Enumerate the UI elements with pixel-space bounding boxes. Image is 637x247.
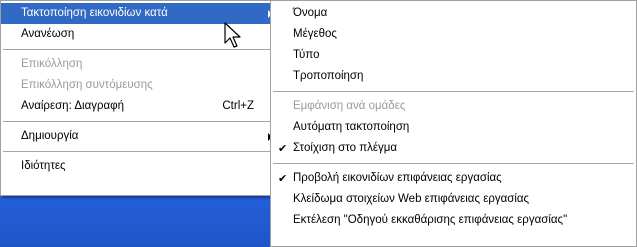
submenu-item-size[interactable]: Μέγεθος [271,24,636,45]
menu-item-label: Τακτοποίηση εικονιδίων κατά [21,7,168,19]
menu-item-label: Εμφάνιση ανά ομάδες [293,100,406,112]
menu-item-label: Κλείδωμα στοιχείων Web επιφάνειας εργασί… [293,193,530,205]
menu-item-label: Τροποποίηση [293,70,364,82]
menu-item-label: Επικόλληση συντόμευσης [21,79,153,91]
menu-item-label: Επικόλληση [21,58,83,70]
menu-item-label: Τύπο [293,49,320,61]
menu-item-undo-delete[interactable]: Αναίρεση: Διαγραφή Ctrl+Z [1,96,280,117]
desktop-blue-area[interactable] [0,196,280,247]
menu-item-label: Αυτόματη τακτοποίηση [293,121,410,133]
check-icon: ✔ [278,142,288,155]
menu-item-properties[interactable]: Ιδιότητες [1,156,280,177]
menu-item-paste-shortcut[interactable]: Επικόλληση συντόμευσης [1,75,280,96]
menu-item-shortcut: Ctrl+Z [222,100,254,112]
menu-item-label: Προβολή εικονιδίων επιφάνειας εργασίας [293,172,502,184]
menu-item-label: Όνομα [293,7,328,19]
menu-item-label: Δημιουργία [21,130,79,142]
menu-item-label: Μέγεθος [293,28,337,40]
submenu-item-modified[interactable]: Τροποποίηση [271,66,636,87]
submenu-item-name[interactable]: Όνομα [271,3,636,24]
menu-separator [273,163,634,164]
menu-item-label: Στοίχιση στο πλέγμα [293,142,398,154]
menu-item-label: Ιδιότητες [21,160,66,172]
submenu-item-type[interactable]: Τύπο [271,45,636,66]
arrow-cursor-icon [224,22,241,48]
menu-separator [3,121,278,122]
menu-item-label: Ανανέωση [21,28,75,40]
menu-item-label: Εκτέλεση "Οδηγού εκκαθάρισης επιφάνειας … [293,214,568,226]
submenu-item-show-in-groups[interactable]: Εμφάνιση ανά ομάδες [271,96,636,117]
menu-item-new[interactable]: Δημιουργία [1,126,280,147]
submenu-item-auto-arrange[interactable]: Αυτόματη τακτοποίηση [271,117,636,138]
submenu-item-lock-web-items[interactable]: Κλείδωμα στοιχείων Web επιφάνειας εργασί… [271,189,636,210]
submenu-item-run-cleanup-wizard[interactable]: Εκτέλεση "Οδηγού εκκαθάρισης επιφάνειας … [271,210,636,231]
submenu-item-align-to-grid[interactable]: ✔ Στοίχιση στο πλέγμα [271,138,636,159]
submenu-item-show-desktop-icons[interactable]: ✔ Προβολή εικονιδίων επιφάνειας εργασίας [271,168,636,189]
menu-item-paste[interactable]: Επικόλληση [1,54,280,75]
menu-item-label: Αναίρεση: Διαγραφή [21,100,125,112]
menu-item-arrange-icons-by[interactable]: Τακτοποίηση εικονιδίων κατά [1,3,280,24]
menu-separator [273,91,634,92]
check-icon: ✔ [278,172,288,185]
arrange-icons-submenu: Όνομα Μέγεθος Τύπο Τροποποίηση Εμφάνιση … [270,0,637,247]
menu-separator [3,151,278,152]
